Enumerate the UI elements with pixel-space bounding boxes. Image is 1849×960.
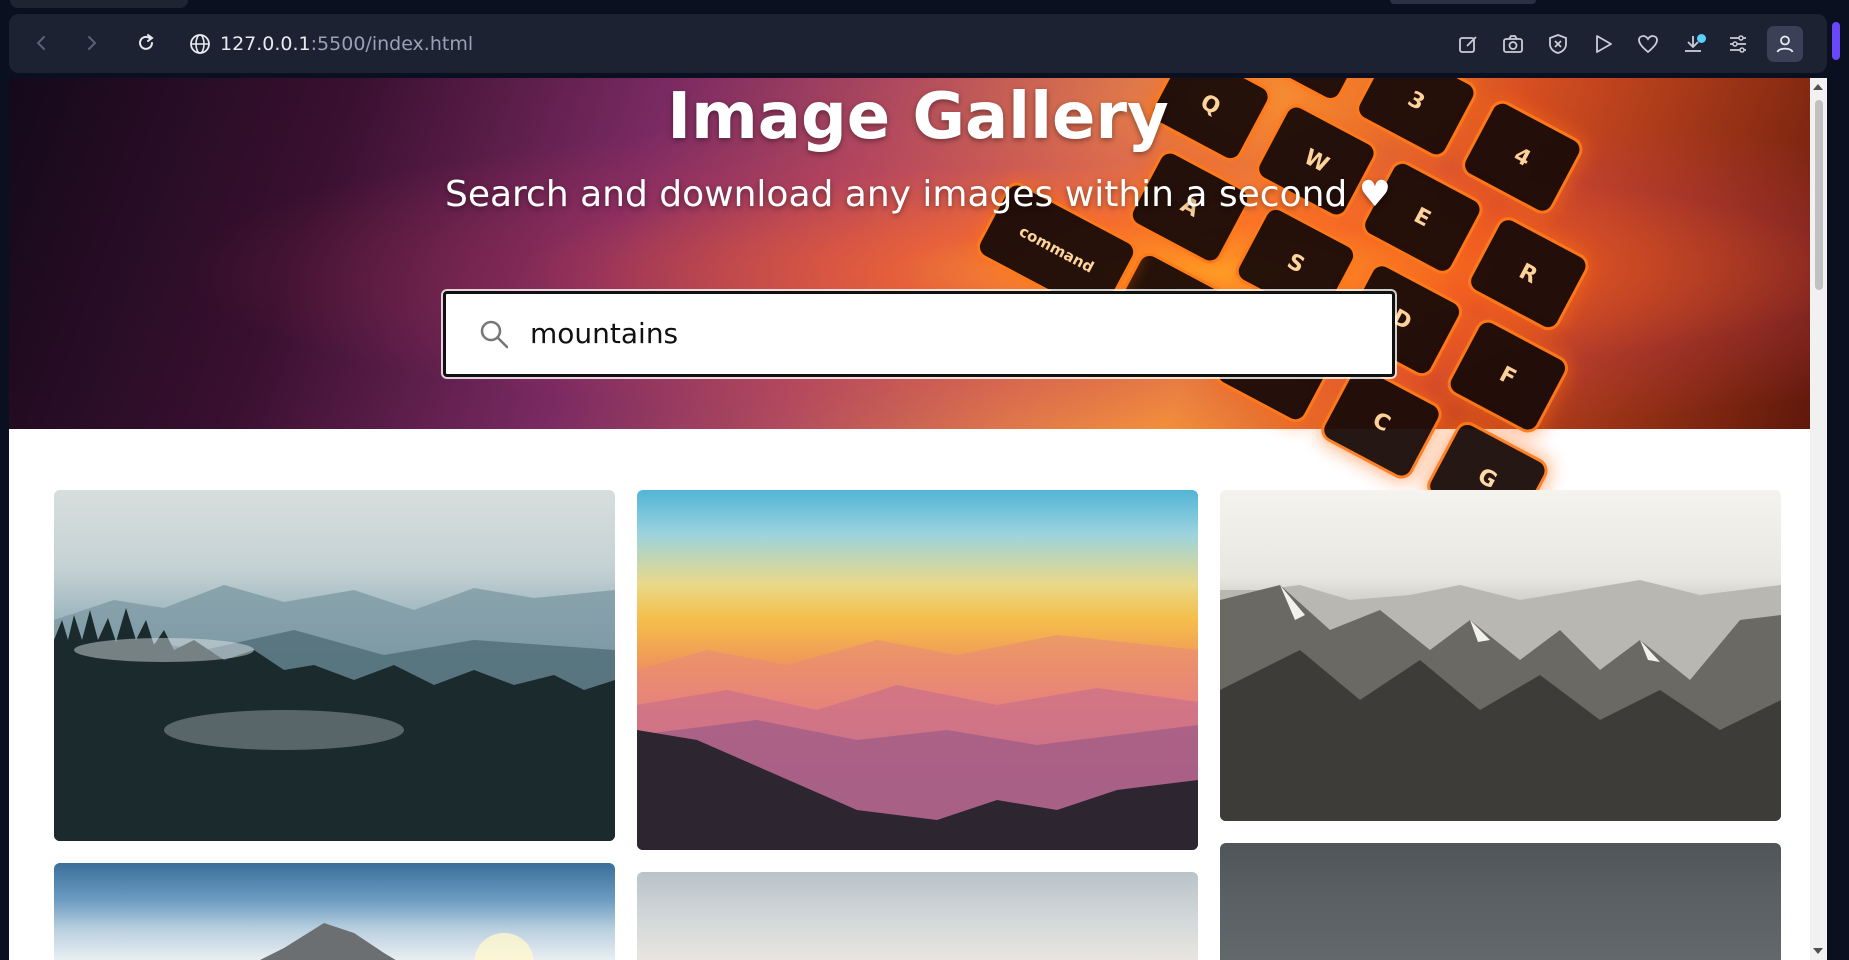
browser-tab[interactable] xyxy=(10,0,188,8)
forest-mountains-art xyxy=(54,585,615,841)
gallery-image-sunset-mountains[interactable] xyxy=(637,490,1198,850)
favorites-button[interactable] xyxy=(1632,28,1664,60)
player-button[interactable] xyxy=(1587,28,1619,60)
heart-icon xyxy=(1638,35,1658,54)
search-input[interactable] xyxy=(530,308,1350,358)
key: C xyxy=(1320,365,1443,480)
scroll-down-arrow[interactable] xyxy=(1813,948,1823,954)
address-bar[interactable]: 127.0.0.1:5500/index.html xyxy=(220,31,473,57)
edit-icon xyxy=(1459,36,1477,53)
back-icon xyxy=(36,36,45,50)
scroll-thumb[interactable] xyxy=(1815,100,1823,290)
key: R xyxy=(1467,216,1589,331)
screenshot-button[interactable] xyxy=(1497,28,1529,60)
hero-banner: 2 3 4 Q W E R A S D F Z X C G command Im… xyxy=(9,78,1827,536)
download-badge xyxy=(1697,34,1706,43)
gallery-image-snowy-peaks[interactable] xyxy=(1220,490,1781,821)
gallery-image-alpine-sky[interactable] xyxy=(54,863,615,960)
downloads-button[interactable] xyxy=(1677,28,1709,60)
page-scrollbar[interactable] xyxy=(1810,78,1827,960)
site-info-button[interactable] xyxy=(187,31,213,57)
search-icon xyxy=(480,320,509,349)
page-subtitle: Search and download any images within a … xyxy=(444,174,1392,215)
profile-icon xyxy=(1776,35,1794,53)
reload-icon xyxy=(139,34,154,50)
sunset-mountains-art xyxy=(637,635,1198,850)
url-host: 127.0.0.1 xyxy=(220,33,311,55)
page-title: Image Gallery xyxy=(667,80,1169,154)
gallery-image-grey-landscape[interactable] xyxy=(1220,843,1781,960)
url-path: :5500/index.html xyxy=(310,33,474,55)
key: F xyxy=(1447,319,1569,434)
browser-toolbar: 127.0.0.1:5500/index.html xyxy=(9,14,1827,73)
sidebar-accent[interactable] xyxy=(1832,22,1840,60)
play-icon xyxy=(1596,35,1612,53)
edit-button[interactable] xyxy=(1452,28,1484,60)
reload-button[interactable] xyxy=(131,28,161,58)
menu-button[interactable] xyxy=(1722,28,1754,60)
forward-icon xyxy=(88,36,97,50)
menu-icon xyxy=(1730,35,1746,53)
adblock-button[interactable] xyxy=(1542,28,1574,60)
back-button[interactable] xyxy=(26,28,56,58)
gallery-image-hazy-ridges[interactable] xyxy=(637,872,1198,960)
search-box[interactable] xyxy=(443,291,1395,377)
browser-tab-secondary[interactable] xyxy=(1390,0,1536,4)
scroll-up-arrow[interactable] xyxy=(1813,84,1823,90)
snowy-peaks-art xyxy=(1220,580,1781,821)
profile-button[interactable] xyxy=(1767,26,1803,62)
page-viewport: 2 3 4 Q W E R A S D F Z X C G command Im… xyxy=(9,78,1827,960)
camera-icon xyxy=(1503,35,1523,53)
globe-icon xyxy=(190,34,210,54)
shield-icon xyxy=(1549,34,1567,54)
gallery-image-forest-mountains[interactable] xyxy=(54,490,615,841)
alpine-sky-art xyxy=(260,923,534,960)
forward-button[interactable] xyxy=(77,28,107,58)
